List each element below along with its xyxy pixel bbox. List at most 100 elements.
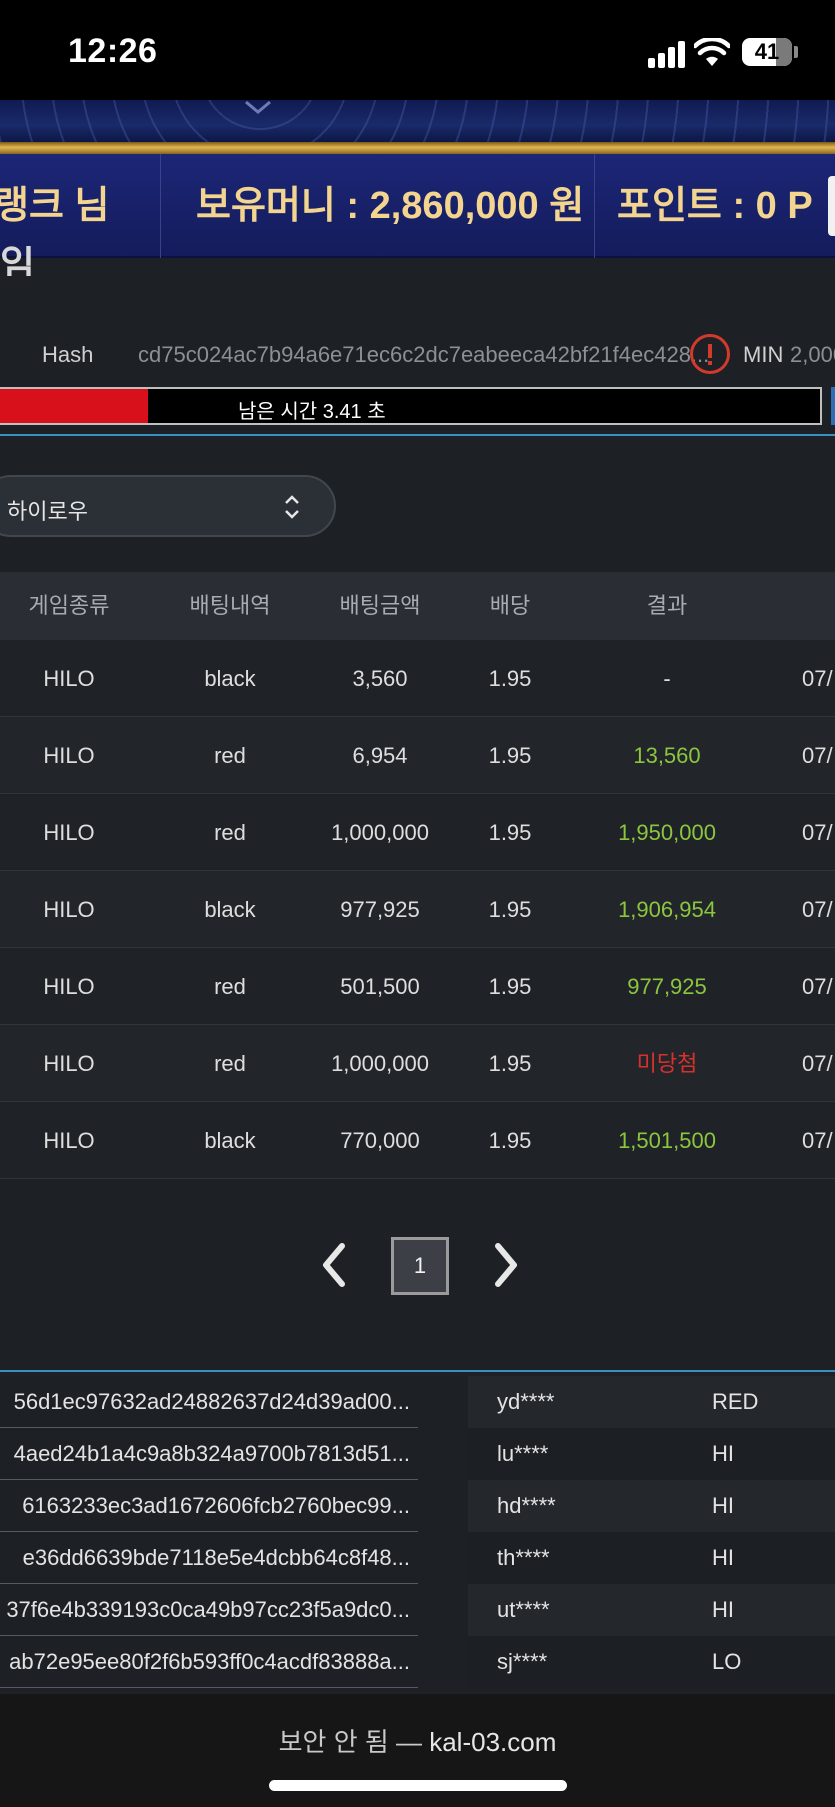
game-type-select[interactable]: 하이로우 bbox=[0, 475, 336, 537]
cell-bet-detail: red bbox=[214, 743, 246, 768]
hash-value: cd75c024ac7b94a6e71ec6c2dc7eabeeca42bf21… bbox=[138, 342, 710, 367]
table-row: HILO red 6,954 1.95 13,560 07/ bbox=[0, 717, 835, 794]
recent-user-name: hd**** bbox=[497, 1493, 556, 1518]
section-title: 임 bbox=[0, 246, 35, 276]
col-bet-detail: 배팅내역 bbox=[189, 593, 271, 618]
panel-gap bbox=[418, 1372, 468, 1694]
battery-icon: 41 bbox=[742, 38, 792, 66]
table-row: HILO red 1,000,000 1.95 1,950,000 07/ bbox=[0, 794, 835, 871]
cell-result: - bbox=[663, 666, 671, 691]
recent-hash-value: e36dd6639bde7118e5e4dcbb64c8f48... bbox=[22, 1545, 410, 1570]
divider bbox=[160, 154, 161, 258]
cell-game-type: HILO bbox=[43, 666, 95, 691]
chevron-left-icon[interactable] bbox=[316, 1240, 350, 1290]
page-button-current[interactable]: 1 bbox=[391, 1237, 449, 1295]
table-row: HILO red 501,500 1.95 977,925 07/ bbox=[0, 948, 835, 1025]
cell-odds: 1.95 bbox=[488, 1051, 532, 1076]
recent-user-pick: HI bbox=[712, 1597, 734, 1622]
cell-odds: 1.95 bbox=[488, 743, 532, 768]
home-indicator[interactable] bbox=[269, 1780, 567, 1791]
cell-bet-detail: red bbox=[214, 820, 246, 845]
cell-bet-amount: 501,500 bbox=[340, 974, 420, 999]
min-bet-value: 2,000 bbox=[790, 342, 835, 367]
cell-result: 13,560 bbox=[633, 743, 701, 768]
chevron-right-icon[interactable] bbox=[490, 1240, 524, 1290]
recent-hash: e36dd6639bde7118e5e4dcbb64c8f48... bbox=[0, 1545, 410, 1571]
chevron-down-icon[interactable] bbox=[244, 100, 272, 114]
cell-bet-detail: black bbox=[204, 1128, 256, 1153]
col-odds: 배당 bbox=[489, 593, 531, 618]
recent-hash-row[interactable]: 4aed24b1a4c9a8b324a9700b7813d51... bbox=[0, 1428, 418, 1480]
recent-user-pick: HI bbox=[712, 1545, 734, 1570]
recent-hash-row[interactable]: 56d1ec97632ad24882637d24d39ad00... bbox=[0, 1376, 418, 1428]
table-row: HILO red 1,000,000 1.95 미당첨 07/ bbox=[0, 1025, 835, 1102]
recent-user-row: ut**** HI bbox=[468, 1584, 835, 1636]
recent-hash: 6163233ec3ad1672606fcb2760bec99... bbox=[0, 1493, 410, 1519]
divider bbox=[594, 154, 595, 258]
cell-bet-amount: 977,925 bbox=[340, 897, 420, 922]
url-text[interactable]: 보안 안 됨 — kal-03.com bbox=[0, 1722, 835, 1759]
cell-odds: 1.95 bbox=[488, 666, 532, 691]
user-money: 보유머니 : 2,860,000 원 bbox=[196, 185, 585, 227]
col-result: 결과 bbox=[646, 593, 688, 618]
recent-user-pick: HI bbox=[712, 1493, 734, 1518]
cell-game-type: HILO bbox=[43, 974, 95, 999]
cell-bet-detail: red bbox=[214, 974, 246, 999]
cell-result: 1,501,500 bbox=[618, 1128, 716, 1153]
recent-user-pick: LO bbox=[712, 1649, 742, 1674]
wifi-icon bbox=[694, 38, 730, 66]
recent-user-name: lu**** bbox=[497, 1441, 549, 1466]
recent-hash-row[interactable]: 6163233ec3ad1672606fcb2760bec99... bbox=[0, 1480, 418, 1532]
countdown-text: 남은 시간 3.41 초 bbox=[238, 401, 386, 423]
cell-bet-amount: 3,560 bbox=[352, 666, 408, 691]
section-divider bbox=[0, 434, 835, 436]
url-domain: kal-03.com bbox=[429, 1727, 557, 1757]
header-button[interactable] bbox=[828, 176, 835, 236]
hash-label: Hash bbox=[42, 342, 94, 367]
cell-bet-amount: 6,954 bbox=[352, 743, 408, 768]
cell-date: 07/ bbox=[802, 1128, 833, 1153]
recent-hash-row[interactable]: ab72e95ee80f2f6b593ff0c4acdf83888a... bbox=[0, 1636, 418, 1688]
recent-user-row: lu**** HI bbox=[468, 1428, 835, 1480]
table-header: 게임종류 배팅내역 배팅금액 배당 결과 bbox=[0, 572, 835, 640]
cell-bet-amount: 770,000 bbox=[340, 1128, 420, 1153]
cell-result: 미당첨 bbox=[636, 1051, 698, 1076]
recent-hash-value: ab72e95ee80f2f6b593ff0c4acdf83888a... bbox=[9, 1649, 410, 1674]
recent-hash-row[interactable]: 37f6e4b339193c0ca49b97cc23f5a9dc0... bbox=[0, 1584, 418, 1636]
status-bar: 12:26 41 bbox=[0, 0, 835, 100]
alert-icon[interactable] bbox=[690, 334, 730, 374]
cell-date: 07/ bbox=[802, 1051, 833, 1076]
cell-bet-detail: black bbox=[204, 897, 256, 922]
cell-game-type: HILO bbox=[43, 1051, 95, 1076]
recent-user-name: ut**** bbox=[497, 1597, 550, 1622]
user-info-bar: 랭크 님 보유머니 : 2,860,000 원 포인트 : 0 P bbox=[0, 154, 835, 258]
cell-bet-detail: red bbox=[214, 1051, 246, 1076]
cell-result: 1,950,000 bbox=[618, 820, 716, 845]
recent-user-name: sj**** bbox=[497, 1649, 548, 1674]
gold-border bbox=[0, 142, 835, 154]
countdown-bar: 남은 시간 3.41 초 bbox=[0, 387, 822, 425]
countdown-edge bbox=[831, 387, 835, 425]
cell-bet-amount: 1,000,000 bbox=[331, 1051, 429, 1076]
recent-user-row: th**** HI bbox=[468, 1532, 835, 1584]
recent-hash-value: 4aed24b1a4c9a8b324a9700b7813d51... bbox=[13, 1441, 410, 1466]
recent-hash: 37f6e4b339193c0ca49b97cc23f5a9dc0... bbox=[0, 1597, 410, 1623]
cell-game-type: HILO bbox=[43, 820, 95, 845]
table-row: HILO black 977,925 1.95 1,906,954 07/ bbox=[0, 871, 835, 948]
site-banner bbox=[0, 100, 835, 142]
recent-user-row: sj**** LO bbox=[468, 1636, 835, 1688]
cell-date: 07/ bbox=[802, 743, 833, 768]
cell-game-type: HILO bbox=[43, 897, 95, 922]
recent-hash-value: 56d1ec97632ad24882637d24d39ad00... bbox=[13, 1389, 410, 1414]
battery-level: 41 bbox=[754, 39, 780, 64]
recent-hash: 4aed24b1a4c9a8b324a9700b7813d51... bbox=[0, 1441, 410, 1467]
cell-date: 07/ bbox=[802, 897, 833, 922]
col-bet-amount: 배팅금액 bbox=[339, 593, 421, 618]
table-row: HILO black 770,000 1.95 1,501,500 07/ bbox=[0, 1102, 835, 1179]
recent-hash-row[interactable]: e36dd6639bde7118e5e4dcbb64c8f48... bbox=[0, 1532, 418, 1584]
cell-odds: 1.95 bbox=[488, 974, 532, 999]
cell-odds: 1.95 bbox=[488, 897, 532, 922]
recent-hash-value: 6163233ec3ad1672606fcb2760bec99... bbox=[22, 1493, 410, 1518]
insecure-label: 보안 안 됨 — bbox=[278, 1727, 422, 1757]
cell-result: 977,925 bbox=[627, 974, 707, 999]
